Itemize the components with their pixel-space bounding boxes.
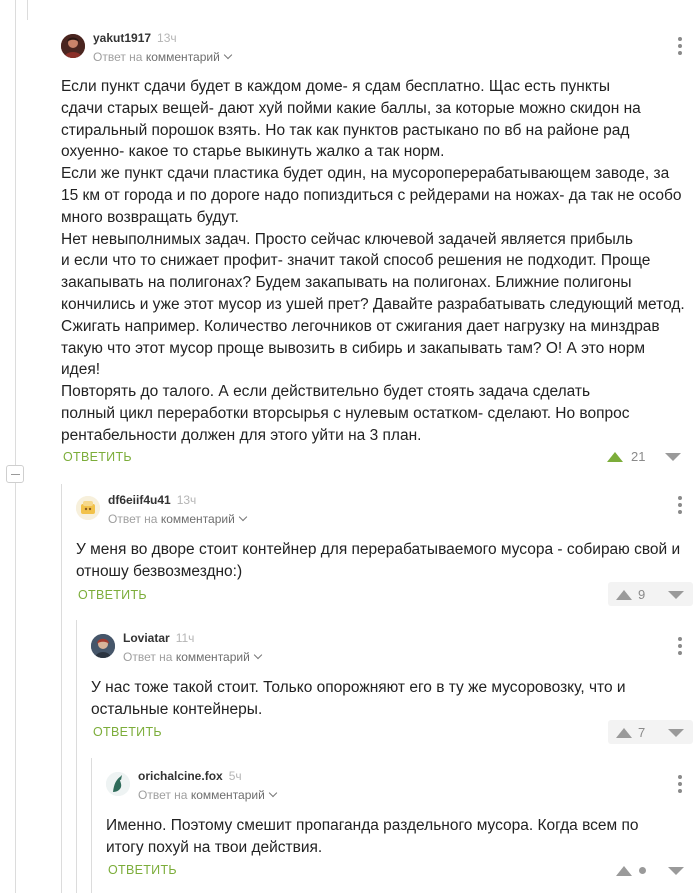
avatar[interactable] bbox=[76, 496, 100, 520]
comment-author[interactable]: Loviatar 11ч bbox=[123, 631, 194, 645]
reply-to: Ответ на комментарий bbox=[138, 788, 278, 802]
reply-to: Ответ на комментарий bbox=[123, 650, 263, 664]
comment-line: итогу похуй на твои действия. bbox=[106, 838, 323, 856]
collapse-thread-button[interactable] bbox=[6, 465, 24, 483]
reply-to-link[interactable]: комментарий bbox=[191, 788, 265, 802]
rating-controls bbox=[608, 858, 693, 882]
author-name[interactable]: yakut1917 bbox=[93, 31, 151, 45]
reply-to: Ответ на комментарий bbox=[93, 50, 233, 64]
comment-time: 11ч bbox=[175, 631, 195, 645]
comment-line: Сжигать например. Количество легочников … bbox=[61, 317, 660, 335]
comment: orichalcine.fox 5ч Ответ на комментарий И… bbox=[106, 769, 693, 890]
comment-time: 5ч bbox=[228, 769, 242, 783]
author-name[interactable]: Loviatar bbox=[123, 631, 170, 645]
comment-line: кончились и уже этот мусор из ушей прет?… bbox=[61, 295, 685, 313]
reply-button[interactable]: ОТВЕТИТЬ bbox=[93, 725, 162, 739]
rating-hidden-dot bbox=[639, 867, 646, 874]
reply-to-link[interactable]: комментарий bbox=[176, 650, 250, 664]
comment-line: закапывать на полигонах? Будем закапыват… bbox=[61, 274, 632, 292]
comment-body: У нас тоже такой стоит. Только опорожняю… bbox=[91, 677, 626, 721]
comment-author[interactable]: orichalcine.fox 5ч bbox=[138, 769, 242, 783]
upvote-icon[interactable] bbox=[616, 866, 632, 876]
reply-to-prefix: Ответ на bbox=[123, 650, 173, 664]
comment-author[interactable]: yakut1917 13ч bbox=[93, 31, 177, 45]
comment-time: 13ч bbox=[157, 31, 177, 45]
thread-line bbox=[27, 0, 28, 20]
comment-line: полный цикл переработки вторсырья с нуле… bbox=[61, 404, 630, 422]
reply-button[interactable]: ОТВЕТИТЬ bbox=[63, 450, 132, 464]
comment-line: У меня во дворе стоит контейнер для пере… bbox=[76, 541, 681, 558]
comment-line: Нет невыполнимых задач. Просто сейчас кл… bbox=[61, 230, 633, 248]
reply-to-prefix: Ответ на bbox=[108, 512, 158, 526]
reply-button[interactable]: ОТВЕТИТЬ bbox=[78, 588, 147, 602]
comment-author[interactable]: df6eiif4u41 13ч bbox=[108, 493, 196, 507]
comment-body: Если пункт сдачи будет в каждом доме- я … bbox=[61, 76, 685, 447]
downvote-icon[interactable] bbox=[668, 591, 684, 599]
comment-line: стиральный порошок взять. Но так как пун… bbox=[61, 121, 630, 139]
thread-line bbox=[15, 0, 16, 893]
comment-line: сдачи старых вещей- дают хуй пойми какие… bbox=[61, 99, 641, 117]
rating-count: 21 bbox=[631, 449, 646, 464]
downvote-icon[interactable] bbox=[668, 729, 684, 737]
comment: Loviatar 11ч Ответ на комментарий У нас т… bbox=[91, 631, 693, 752]
reply-button[interactable]: ОТВЕТИТЬ bbox=[108, 863, 177, 877]
comment-line: идея! bbox=[61, 361, 101, 379]
thread-line bbox=[61, 484, 62, 893]
author-name[interactable]: df6eiif4u41 bbox=[108, 493, 171, 507]
comment-line: остальные контейнеры. bbox=[91, 700, 263, 718]
comment-line: охуенно- какое то старье выкинуть жалко … bbox=[61, 143, 445, 161]
avatar[interactable] bbox=[91, 634, 115, 658]
more-options-icon[interactable] bbox=[673, 636, 687, 656]
reply-to-prefix: Ответ на bbox=[138, 788, 188, 802]
comment-line: 15 км от города и по дороге надо попизди… bbox=[61, 186, 682, 204]
chevron-down-icon[interactable] bbox=[223, 50, 233, 60]
upvote-icon[interactable] bbox=[616, 728, 632, 738]
reply-to-link[interactable]: комментарий bbox=[161, 512, 235, 526]
rating-controls: 9 bbox=[608, 582, 693, 606]
comment-line: рентабельности должен для этого уйти на … bbox=[61, 426, 422, 444]
comment-line: такую что этот мусор проще вывозить в си… bbox=[61, 339, 646, 357]
comment: yakut1917 13ч Ответ на комментарий Если п… bbox=[61, 31, 691, 474]
comment-line: отношу безвозмездно:) bbox=[76, 562, 243, 580]
comment-line: У нас тоже такой стоит. Только опорожняю… bbox=[91, 679, 626, 696]
chevron-down-icon[interactable] bbox=[268, 788, 278, 798]
more-options-icon[interactable] bbox=[673, 495, 687, 515]
rating-controls: 21 bbox=[601, 444, 691, 468]
comment-line: Именно. Поэтому смешит пропаганда раздел… bbox=[106, 817, 639, 834]
more-options-icon[interactable] bbox=[673, 774, 687, 794]
comment-line: Повторять до талого. А если действительн… bbox=[61, 383, 591, 401]
user-avatar-icon bbox=[61, 34, 85, 58]
comment-line: Если пункт сдачи будет в каждом доме- я … bbox=[61, 78, 611, 95]
chevron-down-icon[interactable] bbox=[238, 512, 248, 522]
user-avatar-icon bbox=[76, 496, 100, 520]
comment: df6eiif4u41 13ч Ответ на комментарий У ме… bbox=[76, 493, 693, 614]
avatar[interactable] bbox=[106, 772, 130, 796]
reply-to: Ответ на комментарий bbox=[108, 512, 248, 526]
author-name[interactable]: orichalcine.fox bbox=[138, 769, 223, 783]
reply-to-prefix: Ответ на bbox=[93, 50, 143, 64]
rating-count: 7 bbox=[638, 725, 646, 740]
comment-line: Если же пункт сдачи пластика будет один,… bbox=[61, 165, 670, 183]
downvote-icon[interactable] bbox=[665, 453, 681, 461]
user-avatar-icon bbox=[106, 772, 130, 796]
thread-line bbox=[91, 758, 92, 893]
thread-line bbox=[76, 620, 77, 893]
reply-to-link[interactable]: комментарий bbox=[146, 50, 220, 64]
comment-line: и если что то снижает профит- значит так… bbox=[61, 252, 651, 270]
chevron-down-icon[interactable] bbox=[253, 650, 263, 660]
user-avatar-icon bbox=[91, 634, 115, 658]
rating-controls: 7 bbox=[608, 720, 693, 744]
comment-line: много возвращать будут. bbox=[61, 208, 239, 226]
rating-count: 9 bbox=[638, 587, 646, 602]
more-options-icon[interactable] bbox=[673, 36, 687, 56]
comment-time: 13ч bbox=[176, 493, 197, 507]
upvote-icon[interactable] bbox=[616, 590, 632, 600]
upvote-icon[interactable] bbox=[607, 452, 623, 462]
comment-body: Именно. Поэтому смешит пропаганда раздел… bbox=[106, 815, 638, 859]
avatar[interactable] bbox=[61, 34, 85, 58]
downvote-icon[interactable] bbox=[668, 867, 684, 875]
comment-body: У меня во дворе стоит контейнер для пере… bbox=[76, 539, 680, 583]
